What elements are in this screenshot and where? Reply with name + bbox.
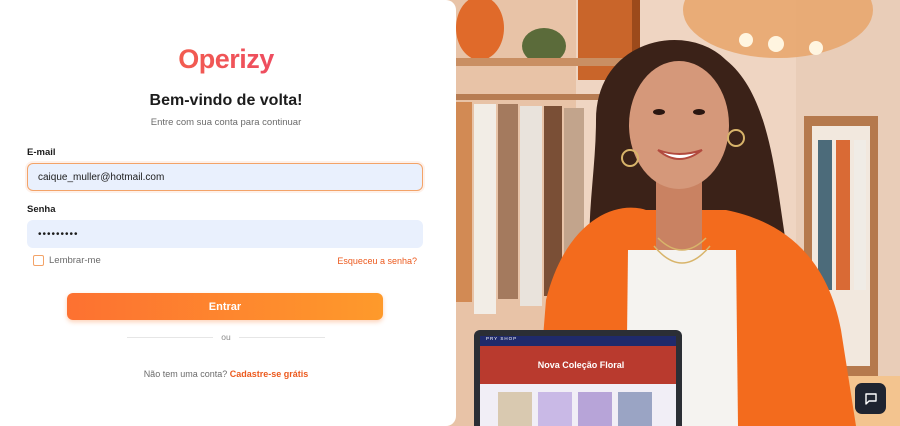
remember-me[interactable]: Lembrar-me <box>33 255 101 266</box>
remember-checkbox[interactable] <box>33 255 44 266</box>
hero-illustration <box>446 0 900 426</box>
email-label: E-mail <box>27 147 56 158</box>
laptop-banner: Nova Coleção Floral <box>537 360 625 370</box>
divider-line-left <box>127 336 214 338</box>
divider-text: ou <box>221 332 231 342</box>
forgot-password-link[interactable]: Esqueceu a senha? <box>337 256 417 266</box>
email-field[interactable] <box>27 163 423 191</box>
signup-prompt: Não tem uma conta? Cadastre-se grátis <box>0 369 452 379</box>
login-button[interactable]: Entrar <box>67 293 383 320</box>
chat-button[interactable] <box>855 383 886 414</box>
hero-image: Nova Coleção Floral PRY SHOP <box>446 0 900 426</box>
password-field[interactable] <box>27 220 423 248</box>
divider: ou <box>127 332 325 342</box>
signup-link[interactable]: Cadastre-se grátis <box>230 369 309 379</box>
remember-label: Lembrar-me <box>49 255 101 266</box>
brand-logo: Operizy <box>0 44 452 75</box>
password-label: Senha <box>27 204 56 215</box>
welcome-subtitle: Entre com sua conta para continuar <box>150 117 302 128</box>
laptop-brand: PRY SHOP <box>486 336 518 341</box>
divider-line-right <box>238 336 325 338</box>
signup-text: Não tem uma conta? <box>143 369 228 379</box>
welcome-title: Bem-vindo de volta! <box>149 92 303 109</box>
chat-bubble-icon <box>864 392 877 405</box>
login-panel: Operizy Bem-vindo de volta! Entre com su… <box>0 0 456 426</box>
